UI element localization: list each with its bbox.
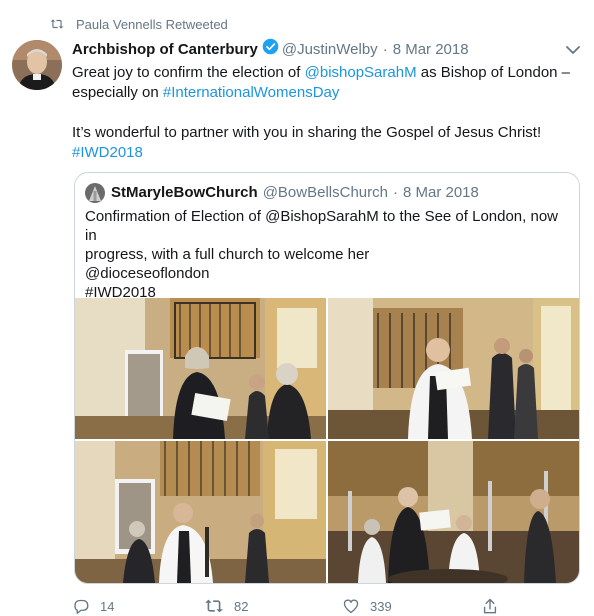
photo-1[interactable] bbox=[75, 298, 326, 439]
like-button[interactable]: 339 bbox=[342, 598, 392, 614]
share-icon bbox=[483, 598, 497, 614]
like-count: 339 bbox=[370, 598, 392, 614]
tweet-header: Archbishop of Canterbury @JustinWelby · … bbox=[72, 38, 469, 61]
hashtag-link-1[interactable]: #InternationalWomensDay bbox=[163, 84, 339, 101]
retweet-button[interactable]: 82 bbox=[204, 598, 248, 614]
retweet-icon bbox=[205, 599, 223, 613]
quoted-handle[interactable]: @BowBellsChurch bbox=[263, 183, 388, 203]
verified-badge-icon bbox=[262, 38, 279, 61]
quoted-author-name[interactable]: StMaryleBowChurch bbox=[111, 183, 258, 203]
reply-icon bbox=[74, 599, 89, 614]
tweet-text: Great joy to confirm the election of @bi… bbox=[72, 63, 572, 163]
photo-grid bbox=[75, 298, 579, 583]
reply-count: 14 bbox=[100, 599, 115, 614]
share-button[interactable] bbox=[482, 598, 508, 615]
hashtag-link-2[interactable]: #IWD2018 bbox=[72, 143, 572, 163]
photo-4[interactable] bbox=[328, 441, 579, 583]
author-avatar[interactable] bbox=[12, 40, 62, 90]
quoted-line-3: @dioceseoflondon bbox=[85, 265, 210, 282]
tweet-text-part1: Great joy to confirm the election of bbox=[72, 64, 305, 81]
meta-separator: · bbox=[382, 40, 388, 58]
tweet-line-3: It’s wonderful to partner with you in sh… bbox=[72, 124, 542, 141]
quoted-avatar bbox=[85, 183, 105, 203]
retweet-context-text: Paula Vennells Retweeted bbox=[76, 16, 228, 32]
reply-button[interactable]: 14 bbox=[72, 598, 114, 615]
author-handle[interactable]: @JustinWelby bbox=[282, 40, 378, 60]
tweet-actions: 14 82 339 bbox=[72, 598, 512, 616]
quoted-line-2: progress, with a full church to welcome … bbox=[85, 246, 370, 263]
tweet-date[interactable]: 8 Mar 2018 bbox=[393, 40, 469, 60]
quoted-text: Confirmation of Election of @BishopSarah… bbox=[85, 207, 565, 302]
mention-link[interactable]: @bishopSarahM bbox=[305, 64, 417, 81]
author-name[interactable]: Archbishop of Canterbury bbox=[72, 40, 258, 60]
quoted-header: StMaryleBowChurch @BowBellsChurch · 8 Ma… bbox=[85, 183, 479, 203]
photo-3[interactable] bbox=[75, 441, 326, 583]
retweet-icon bbox=[50, 19, 64, 29]
more-options-button[interactable] bbox=[566, 42, 580, 60]
quoted-separator: · bbox=[392, 184, 398, 201]
tweet-text-part2: as Bishop of London – bbox=[416, 64, 571, 81]
retweet-count: 82 bbox=[234, 598, 249, 614]
tweet-text-part3: especially on bbox=[72, 84, 163, 101]
avatar-image bbox=[12, 40, 62, 90]
quoted-line-1: Confirmation of Election of @BishopSarah… bbox=[85, 208, 559, 244]
quoted-date[interactable]: 8 Mar 2018 bbox=[403, 183, 479, 203]
tweet-line-1: Great joy to confirm the election of @bi… bbox=[72, 63, 572, 83]
chevron-down-icon bbox=[566, 46, 580, 54]
retweet-context[interactable]: Paula Vennells Retweeted bbox=[50, 15, 228, 33]
like-icon bbox=[343, 599, 359, 614]
quoted-tweet[interactable]: StMaryleBowChurch @BowBellsChurch · 8 Ma… bbox=[74, 172, 580, 584]
photo-2[interactable] bbox=[328, 298, 579, 439]
tweet-line-2: especially on #InternationalWomensDay bbox=[72, 83, 572, 103]
